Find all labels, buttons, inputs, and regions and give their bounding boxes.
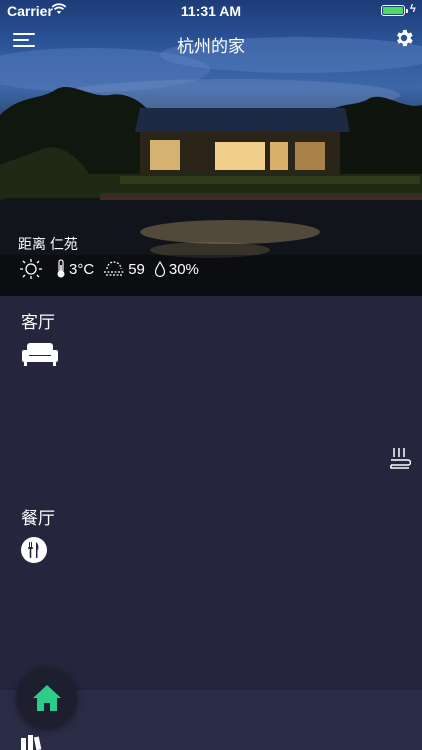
bookshelf-icon [21,735,42,750]
humidity-icon [154,260,165,278]
status-time: 11:31 AM [180,3,242,19]
aqi-value: 59 [128,260,145,278]
nav-bar: 杭州的家 [0,22,422,58]
room-card-dining-room[interactable]: 餐厅 [0,492,422,688]
sun-icon [20,259,42,279]
room-name: 客厅 [21,313,55,332]
settings-gear-icon[interactable] [393,27,415,49]
home-button[interactable] [17,668,77,728]
status-bar: Carrier 11:31 AM ϟ [0,0,422,22]
haze-icon [104,261,125,276]
location-label: 距离 仁苑 [18,236,78,252]
floor-heating-icon[interactable] [389,446,411,470]
temperature-value: 3°C [69,260,95,278]
sofa-icon [22,343,58,366]
charging-icon: ϟ [410,3,416,15]
battery-icon [381,5,405,16]
cutlery-icon [21,537,47,563]
thermometer-icon [57,259,65,278]
humidity-value: 30% [168,260,199,278]
hero-banner: Carrier 11:31 AM ϟ 杭州的家 距离 仁苑 3°C 59 30% [0,0,422,296]
home-icon [33,685,61,711]
room-card-living-room[interactable]: 客厅 [0,296,422,490]
weather-row: 3°C 59 30% [18,258,208,280]
page-title: 杭州的家 [177,37,245,56]
room-name: 餐厅 [21,509,55,528]
battery-tip [406,9,408,13]
